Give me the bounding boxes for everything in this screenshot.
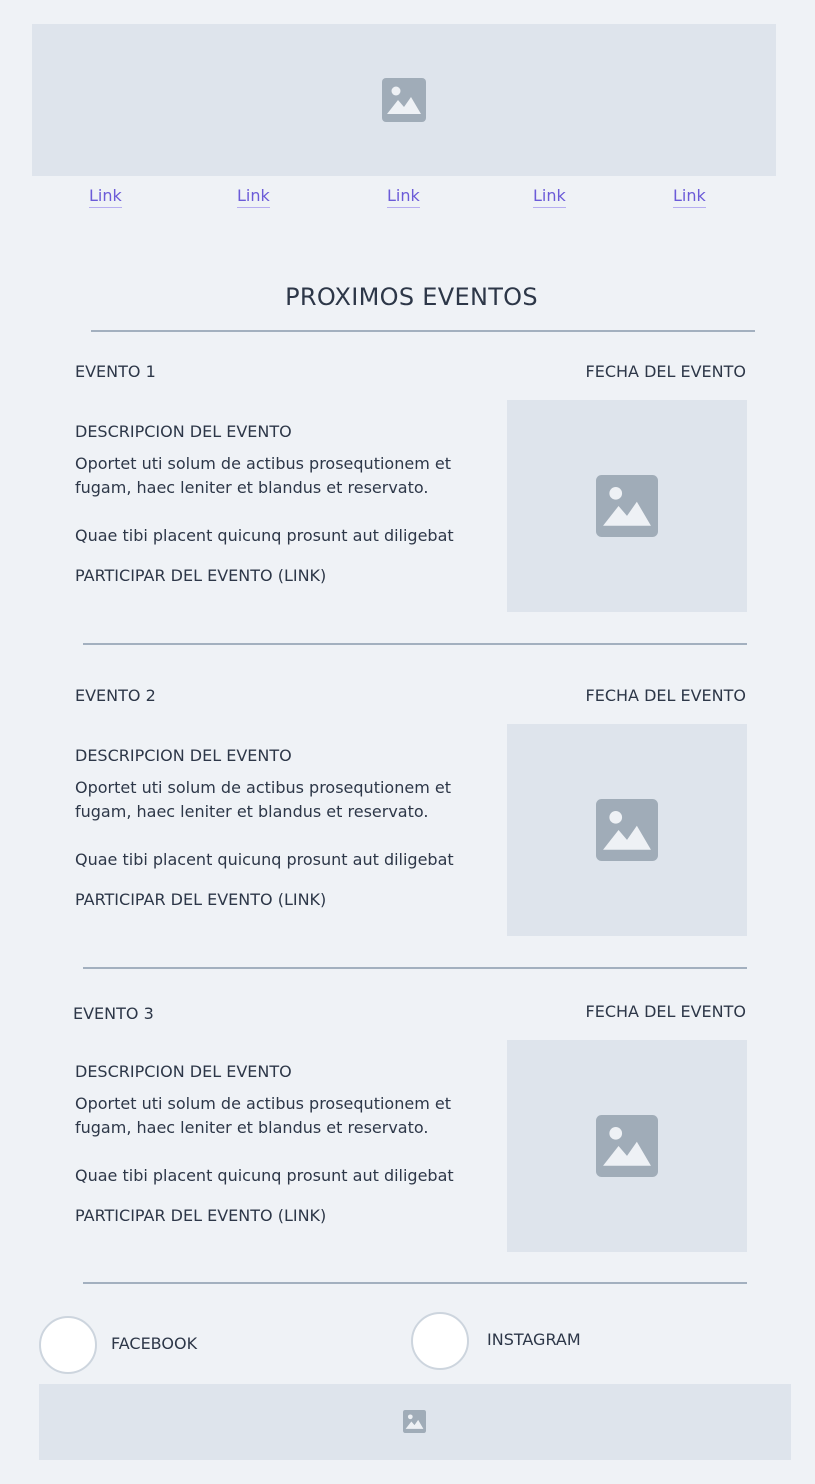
- footer-banner-image: [39, 1384, 791, 1460]
- image-icon: [403, 1410, 426, 1433]
- nav-link-1[interactable]: Link: [89, 186, 122, 208]
- facebook-link[interactable]: FACEBOOK: [111, 1332, 197, 1356]
- header-banner-image: [32, 24, 776, 176]
- event-image: [507, 400, 747, 612]
- event-description-heading: DESCRIPCION DEL EVENTO: [75, 746, 292, 765]
- event-description-line: fugam, haec leniter et blandus et reserv…: [75, 1118, 429, 1137]
- event-description-line: Oportet uti solum de actibus proseqution…: [75, 454, 451, 473]
- image-icon: [596, 799, 658, 861]
- event-extra-text: Quae tibi placent quicunq prosunt aut di…: [75, 526, 454, 545]
- event-participate-link[interactable]: PARTICIPAR DEL EVENTO (LINK): [75, 564, 326, 588]
- event-extra-text: Quae tibi placent quicunq prosunt aut di…: [75, 850, 454, 869]
- nav-link-5[interactable]: Link: [673, 186, 706, 208]
- event-date: FECHA DEL EVENTO: [585, 686, 746, 705]
- event-description-line: Oportet uti solum de actibus proseqution…: [75, 778, 451, 797]
- event-description-heading: DESCRIPCION DEL EVENTO: [75, 422, 292, 441]
- event-description-line: Oportet uti solum de actibus proseqution…: [75, 1094, 451, 1113]
- event-date: FECHA DEL EVENTO: [585, 362, 746, 381]
- instagram-link[interactable]: INSTAGRAM: [487, 1328, 581, 1352]
- event-image: [507, 1040, 747, 1252]
- event-image: [507, 724, 747, 936]
- event-description-line: fugam, haec leniter et blandus et reserv…: [75, 802, 429, 821]
- event-date: FECHA DEL EVENTO: [585, 1002, 746, 1021]
- image-icon: [382, 78, 426, 122]
- event-description-heading: DESCRIPCION DEL EVENTO: [75, 1062, 292, 1081]
- event-divider: [83, 643, 747, 645]
- event-divider: [83, 967, 747, 969]
- event-name: EVENTO 2: [75, 686, 156, 705]
- facebook-icon[interactable]: [39, 1316, 97, 1374]
- event-name: EVENTO 3: [73, 1004, 154, 1023]
- image-icon: [596, 1115, 658, 1177]
- event-extra-text: Quae tibi placent quicunq prosunt aut di…: [75, 1166, 454, 1185]
- nav-link-2[interactable]: Link: [237, 186, 270, 208]
- event-participate-link[interactable]: PARTICIPAR DEL EVENTO (LINK): [75, 888, 326, 912]
- nav-link-4[interactable]: Link: [533, 186, 566, 208]
- event-divider: [83, 1282, 747, 1284]
- nav-link-3[interactable]: Link: [387, 186, 420, 208]
- instagram-icon[interactable]: [411, 1312, 469, 1370]
- event-name: EVENTO 1: [75, 362, 156, 381]
- title-divider: [91, 330, 755, 332]
- event-participate-link[interactable]: PARTICIPAR DEL EVENTO (LINK): [75, 1204, 326, 1228]
- page-title: PROXIMOS EVENTOS: [285, 283, 538, 311]
- event-description-line: fugam, haec leniter et blandus et reserv…: [75, 478, 429, 497]
- image-icon: [596, 475, 658, 537]
